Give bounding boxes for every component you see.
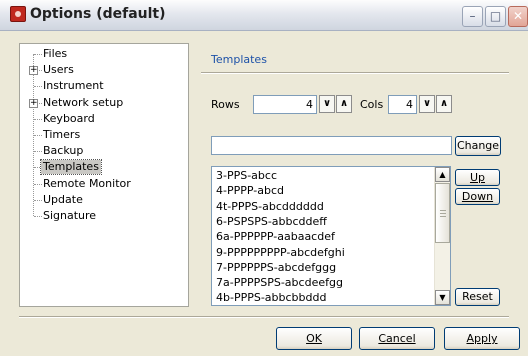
list-item[interactable]: 3-PPS-abcc [216,169,277,182]
title-bar[interactable]: Options (default) – □ ✕ [0,0,528,31]
templates-list[interactable]: ▲ ▼ 3-PPS-abcc 4-PPPP-abcd 4t-PPPS-abcdddd… [211,166,451,306]
app-icon [10,6,26,22]
grip-line [440,210,446,211]
options-tree[interactable]: Files + Users Instrument + Network setup Keybo… [19,43,189,307]
window-title: Options (default) [30,6,166,22]
cols-up-button[interactable]: ∧ [436,95,452,113]
maximize-icon: □ [489,9,502,23]
cols-label: Cols [360,98,384,111]
rows-up-button[interactable]: ∧ [336,95,352,113]
panel-divider [201,72,509,74]
rows-label: Rows [211,98,240,111]
tree-item-label: Backup [43,144,84,157]
footer-divider [19,316,509,318]
arrow-down-icon: ▼ [439,293,446,302]
options-window: Options (default) – □ ✕ Files + Users Instr… [0,0,528,356]
cols-input[interactable]: 4 [388,95,417,114]
template-name-input[interactable] [211,136,452,155]
scroll-thumb[interactable] [435,183,450,243]
tree-item-label: Instrument [43,79,104,92]
panel-title: Templates [211,53,267,66]
minimize-button[interactable]: – [462,6,483,27]
close-button[interactable]: ✕ [508,6,528,27]
cancel-button[interactable]: Cancel [359,327,435,350]
arrow-up-icon: ▲ [439,170,446,179]
up-button-label: Up [469,171,486,184]
tree-item-label: Remote Monitor [43,177,131,190]
tree-item-label: Signature [43,209,97,222]
chevron-up-icon: ∧ [339,98,349,109]
reset-button[interactable]: Reset [455,288,500,306]
list-item[interactable]: 9-PPPPPPPPP-abcdefghi [216,246,345,259]
list-item[interactable]: 7-PPPPPPS-abcdefggg [216,261,336,274]
chevron-up-icon: ∧ [439,98,449,109]
tree-item-label: Users [43,63,74,76]
grip-line [440,213,446,214]
cancel-button-label: Cancel [378,332,416,345]
chevron-down-icon: ∨ [322,98,332,109]
close-icon: ✕ [512,9,524,23]
grip-line [440,216,446,217]
change-button[interactable]: Change [455,136,501,156]
rows-input[interactable]: 4 [253,95,317,114]
cols-down-button[interactable]: ∨ [419,95,435,113]
down-button[interactable]: Down [455,188,500,205]
list-item[interactable]: 6-PSPSPS-abbcddeff [216,215,327,228]
scroll-up-button[interactable]: ▲ [435,167,450,182]
chevron-down-icon: ∨ [422,98,432,109]
list-scrollbar[interactable]: ▲ ▼ [434,167,450,305]
list-item[interactable]: 4-PPPP-abcd [216,184,284,197]
list-item[interactable]: 4t-PPPS-abcdddddd [216,200,324,213]
scroll-down-button[interactable]: ▼ [435,290,450,305]
list-item[interactable]: 6a-PPPPPP-aabaacdef [216,230,335,243]
list-item[interactable]: 7a-PPPPSPS-abcdeefgg [216,276,343,289]
apply-button-label: Apply [466,332,498,345]
list-item[interactable]: 4b-PPPS-abbcbbddd [216,291,326,304]
tree-item-label: Files [43,47,68,60]
ok-button-label: OK [306,332,322,345]
tree-item-label: Update [43,193,83,206]
expand-icon[interactable]: + [29,66,38,75]
tree-item-label: Timers [43,128,81,141]
tree-item-label: Keyboard [43,112,95,125]
up-button[interactable]: Up [455,169,500,186]
tree-item-label: Network setup [43,96,124,109]
expand-icon[interactable]: + [29,99,38,108]
maximize-button[interactable]: □ [485,6,506,27]
ok-button[interactable]: OK [276,327,352,350]
rows-down-button[interactable]: ∨ [319,95,335,113]
down-button-label: Down [461,190,494,203]
minimize-icon: – [469,9,476,23]
tree-item-label: Templates [40,159,102,175]
apply-button[interactable]: Apply [444,327,520,350]
